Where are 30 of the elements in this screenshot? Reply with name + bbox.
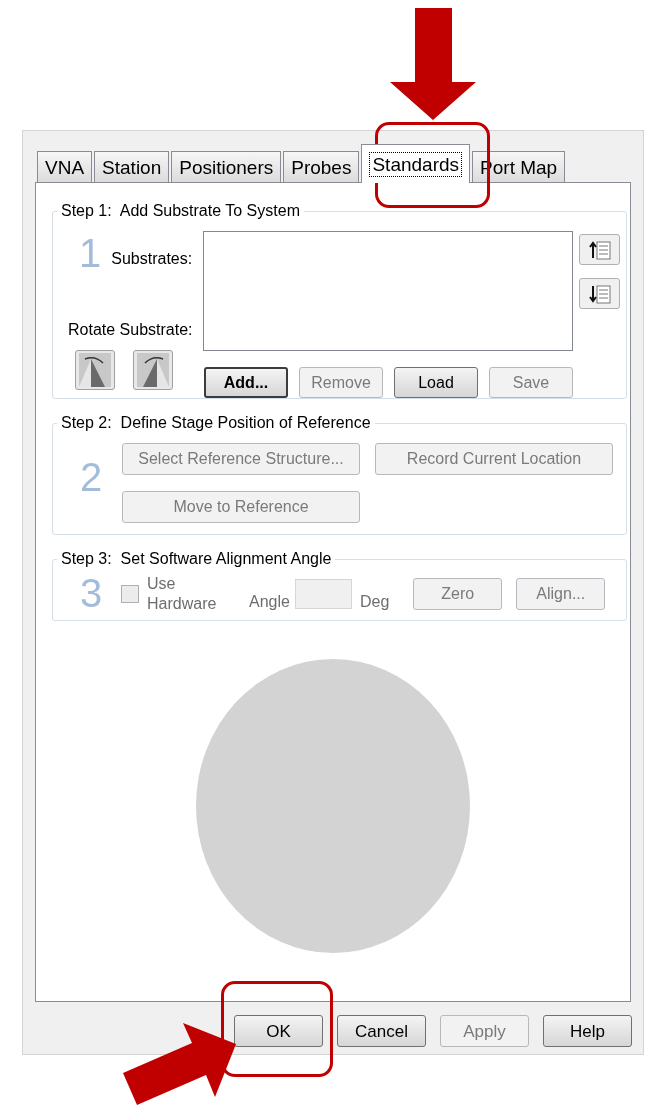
tab[interactable]: VNA xyxy=(37,151,93,182)
tab[interactable]: Probes xyxy=(283,151,360,182)
push-button[interactable]: OK xyxy=(234,1015,323,1047)
step-number: 3 xyxy=(80,571,103,615)
field-label: Angle xyxy=(249,591,290,612)
group-title: Step 2: Define Stage Position of Reference xyxy=(60,413,372,433)
group-title: Step 1: Add Substrate To System xyxy=(60,201,301,221)
tab[interactable]: Standards xyxy=(361,144,471,183)
substrates-list[interactable] xyxy=(203,231,573,351)
field-label: Substrates: xyxy=(111,249,193,269)
step-number: 2 xyxy=(80,455,103,499)
group-title: Step 3: Set Software Alignment Angle xyxy=(60,549,333,569)
push-button[interactable]: Help xyxy=(543,1015,632,1047)
arrow-down-list-icon xyxy=(588,283,611,304)
arrow-up-list-icon xyxy=(588,239,611,260)
push-button[interactable]: Cancel xyxy=(337,1015,426,1047)
rotate-button[interactable] xyxy=(133,350,173,390)
move-down-button[interactable] xyxy=(579,278,620,309)
checkbox-label: Use Hardware xyxy=(147,573,218,614)
rotate-button[interactable] xyxy=(75,350,115,390)
step-number: 1 xyxy=(79,233,102,273)
field-label: Rotate Substrate: xyxy=(68,320,194,340)
push-button[interactable]: Load xyxy=(394,367,478,398)
tab[interactable]: Positioners xyxy=(171,151,282,182)
rotate-left-icon xyxy=(79,353,111,387)
tab[interactable]: Station xyxy=(94,151,170,182)
push-button[interactable]: Add... xyxy=(204,367,288,398)
unit-label: Deg xyxy=(359,591,390,612)
move-up-button[interactable] xyxy=(579,234,620,265)
rotate-right-icon xyxy=(137,353,169,387)
